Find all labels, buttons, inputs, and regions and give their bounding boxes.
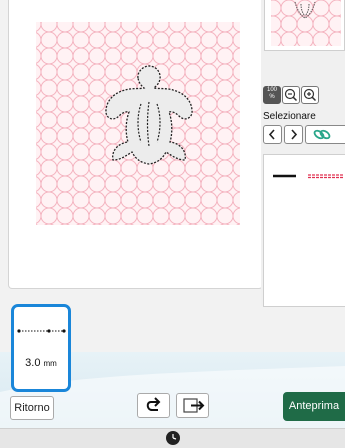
embroidery-canvas[interactable] — [8, 0, 263, 289]
select-prev-button[interactable] — [263, 125, 282, 144]
canvas-art — [36, 22, 240, 225]
zoom-in-icon — [303, 88, 317, 102]
exit-button[interactable] — [176, 393, 209, 418]
preview-button[interactable]: Anteprima — [283, 392, 345, 421]
zoom-100-button[interactable]: 100 % — [263, 86, 281, 104]
thumbnail-art — [271, 0, 341, 46]
stitch-length-unit: mm — [43, 359, 57, 368]
zoom-in-button[interactable] — [301, 86, 319, 104]
zoom-level-label: 100 % — [266, 87, 277, 100]
zoom-out-icon — [284, 88, 298, 102]
chevron-right-icon — [291, 129, 298, 140]
clock-icon — [166, 431, 180, 445]
running-stitch-icon — [17, 329, 66, 333]
select-all-button[interactable] — [305, 125, 345, 144]
stitch-length-number: 3.0 — [25, 357, 41, 369]
preview-thumbnail — [264, 0, 345, 51]
chevron-left-icon — [268, 129, 275, 140]
exit-arrow-icon — [183, 398, 205, 413]
stitch-length-value: 3.0 mm — [14, 357, 68, 369]
zoom-out-button[interactable] — [282, 86, 300, 104]
select-next-button[interactable] — [284, 125, 303, 144]
link-chain-icon — [313, 129, 331, 140]
undo-arrow-icon — [146, 397, 161, 411]
stitch-layer-list[interactable] — [263, 154, 345, 307]
undo-button[interactable] — [137, 393, 170, 418]
back-button[interactable]: Ritorno — [10, 396, 54, 420]
stitch-line-sample — [273, 174, 344, 179]
stitch-length-card[interactable]: 3.0 mm — [11, 304, 71, 392]
status-bar — [0, 428, 345, 448]
select-label: Selezionare — [263, 111, 316, 122]
